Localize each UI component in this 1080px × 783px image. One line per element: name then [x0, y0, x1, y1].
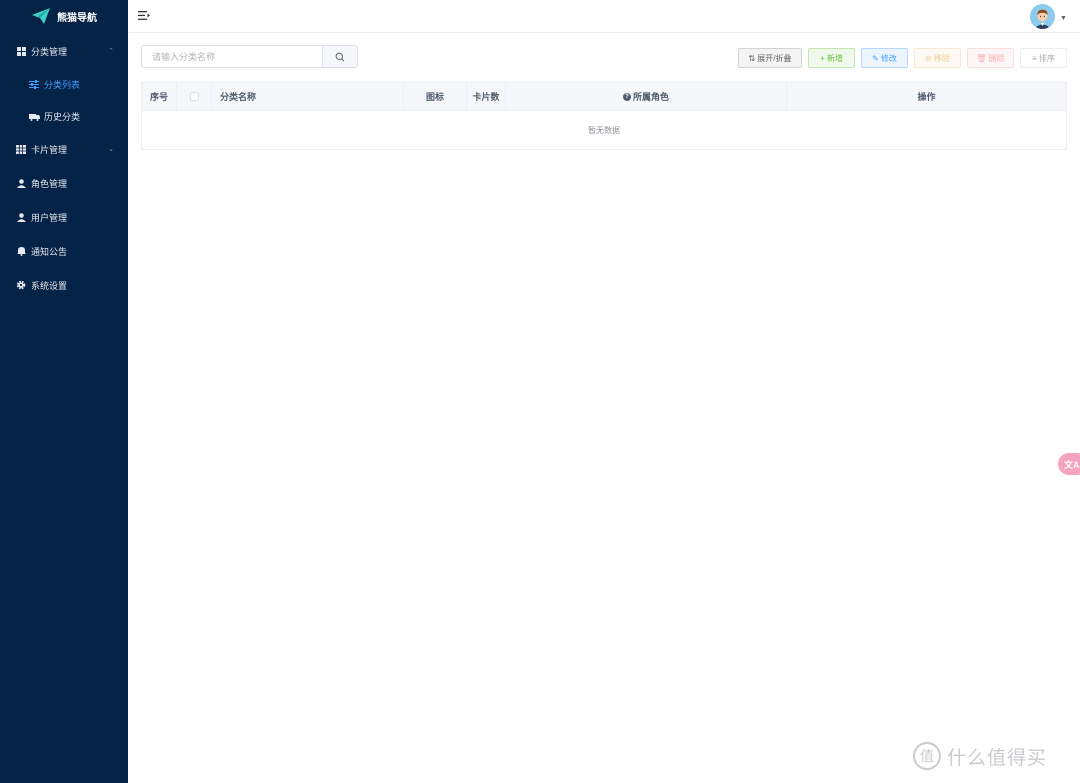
sort-arrows-icon: ⇅: [748, 53, 756, 63]
translate-label: 文A: [1064, 459, 1080, 470]
watermark-text: 什么值得买: [947, 747, 1048, 769]
add-label: 新增: [826, 53, 843, 63]
menu-user-management[interactable]: 用户管理: [0, 200, 128, 234]
bell-icon: [15, 246, 27, 256]
plus-icon: +: [820, 53, 825, 63]
caret-down-icon[interactable]: ▼: [1060, 15, 1067, 22]
menu-category-management-label: 分类管理: [31, 46, 68, 57]
menu-card-management-label: 卡片管理: [31, 144, 68, 155]
column-name: 分类名称: [212, 83, 404, 110]
remove-button[interactable]: ⊖ 移除: [914, 48, 961, 68]
logo[interactable]: 熊猫导航: [0, 0, 128, 32]
chevron-down-icon: ⌄: [108, 146, 114, 153]
edit-label: 修改: [880, 53, 897, 63]
remove-label: 移除: [933, 53, 950, 63]
table-grid-icon: [15, 144, 27, 154]
menu-system-settings-label: 系统设置: [31, 280, 68, 291]
user-icon: [15, 212, 27, 222]
select-all-checkbox[interactable]: [189, 92, 199, 101]
menu-card-management[interactable]: 卡片管理 ⌄: [0, 132, 128, 166]
search-button[interactable]: [322, 45, 358, 68]
menu-history-category-label: 历史分类: [44, 111, 81, 122]
column-index: 序号: [142, 83, 177, 110]
sliders-icon: [28, 79, 40, 89]
column-roles-label: 所属角色: [632, 92, 669, 102]
search-input[interactable]: [141, 45, 322, 68]
menu-category-list-label: 分类列表: [44, 79, 81, 90]
column-select-all: [177, 83, 212, 110]
menu-notice[interactable]: 通知公告: [0, 234, 128, 268]
expand-collapse-label: 展开/折叠: [757, 53, 792, 63]
top-header: ▼: [128, 0, 1080, 33]
logo-text: 熊猫导航: [57, 12, 97, 24]
user-icon: [15, 178, 27, 188]
gear-icon: [15, 280, 27, 290]
edit-button[interactable]: ✎ 修改: [861, 48, 908, 68]
menu-user-management-label: 用户管理: [31, 212, 68, 223]
column-actions: 操作: [917, 92, 936, 102]
minus-circle-icon: ⊖: [925, 53, 932, 63]
sort-button[interactable]: ≡ 排序: [1020, 48, 1067, 68]
delete-label: 删除: [988, 53, 1005, 63]
trash-icon: 🗑: [976, 53, 987, 63]
menu-system-settings[interactable]: 系统设置: [0, 268, 128, 302]
menu-fold-icon[interactable]: [138, 10, 150, 21]
menu-role-management[interactable]: 角色管理: [0, 166, 128, 200]
menu-category-management[interactable]: 分类管理 ⌃: [0, 34, 128, 68]
search-bar: [141, 45, 358, 68]
grid-icon: [15, 46, 27, 56]
expand-collapse-button[interactable]: ⇅ 展开/折叠: [738, 48, 802, 68]
table-header: 序号 分类名称 图标 卡片数 ? 所属角色 操作: [142, 83, 1066, 111]
menu-notice-label: 通知公告: [31, 246, 68, 257]
add-button[interactable]: + 新增: [808, 48, 855, 68]
menu-category-list[interactable]: 分类列表: [0, 68, 128, 100]
delete-button[interactable]: 🗑 删除: [967, 48, 1014, 68]
sort-icon: ≡: [1032, 53, 1037, 63]
truck-icon: [28, 112, 40, 121]
menu-history-category[interactable]: 历史分类: [0, 100, 128, 132]
column-roles: ? 所属角色: [506, 83, 787, 110]
search-icon: [335, 52, 345, 61]
help-circle-icon: ?: [622, 92, 631, 101]
pencil-icon: ✎: [872, 53, 879, 63]
category-table: 序号 分类名称 图标 卡片数 ? 所属角色 操作 暂无数据: [141, 82, 1067, 150]
sidebar: 熊猫导航 分类管理 ⌃ 分类列表 历史分类 卡片管理 ⌄ 角色管理 用户管理 通…: [0, 0, 128, 783]
chevron-up-icon: ⌃: [108, 48, 114, 55]
avatar[interactable]: [1030, 4, 1055, 29]
column-icon: 图标: [404, 83, 467, 110]
sort-label: 排序: [1038, 53, 1055, 63]
menu-role-management-label: 角色管理: [31, 178, 68, 189]
empty-state: 暂无数据: [588, 125, 620, 135]
watermark-logo: 值: [913, 742, 941, 770]
translate-float-button[interactable]: 文A: [1058, 453, 1080, 475]
column-card-count: 卡片数: [467, 83, 506, 110]
paper-plane-logo-icon: [32, 8, 50, 24]
watermark: 值 什么值得买: [913, 742, 1047, 770]
